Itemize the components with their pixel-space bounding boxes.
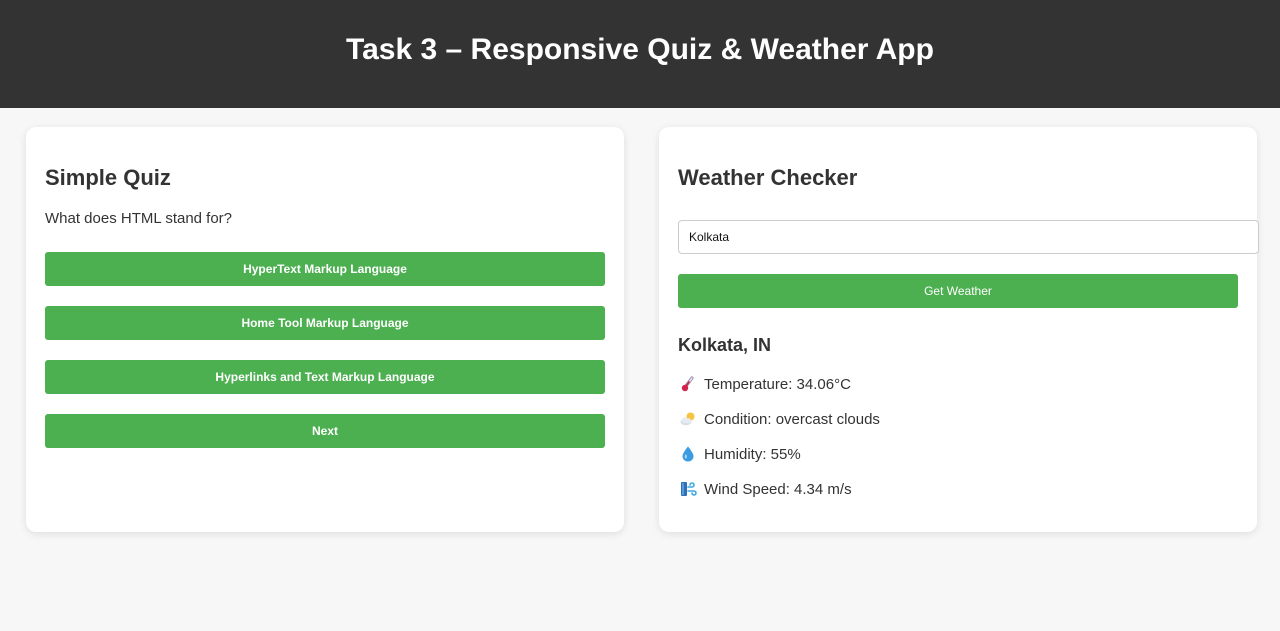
app-header: Task 3 – Responsive Quiz & Weather App	[0, 0, 1280, 108]
weather-title: Weather Checker	[678, 165, 858, 190]
weather-location: Kolkata, IN	[678, 335, 772, 355]
city-input[interactable]	[678, 220, 1259, 254]
cloud-sun-icon	[679, 410, 697, 428]
condition-row: Condition: overcast clouds	[679, 410, 880, 428]
droplet-icon	[679, 445, 697, 463]
quiz-question: What does HTML stand for?	[45, 210, 233, 227]
condition-text: Condition: overcast clouds	[704, 410, 880, 428]
wind-row: Wind Speed: 4.34 m/s	[679, 480, 852, 498]
quiz-option-1-button[interactable]: HyperText Markup Language	[45, 252, 605, 286]
temperature-row: Temperature: 34.06°C	[679, 375, 851, 393]
wind-icon	[679, 480, 697, 498]
humidity-text: Humidity: 55%	[704, 445, 801, 463]
get-weather-button[interactable]: Get Weather	[678, 274, 1238, 308]
temperature-text: Temperature: 34.06°C	[704, 375, 851, 393]
quiz-option-3-button[interactable]: Hyperlinks and Text Markup Language	[45, 360, 605, 394]
humidity-row: Humidity: 55%	[679, 445, 801, 463]
quiz-title: Simple Quiz	[45, 165, 171, 190]
thermometer-icon	[679, 375, 697, 393]
quiz-option-2-button[interactable]: Home Tool Markup Language	[45, 306, 605, 340]
page-title: Task 3 – Responsive Quiz & Weather App	[346, 33, 934, 66]
wind-text: Wind Speed: 4.34 m/s	[704, 480, 852, 498]
next-button[interactable]: Next	[45, 414, 605, 448]
weather-card: Weather Checker Get Weather Kolkata, IN …	[659, 127, 1259, 532]
quiz-card: Simple Quiz What does HTML stand for? Hy…	[26, 127, 624, 532]
